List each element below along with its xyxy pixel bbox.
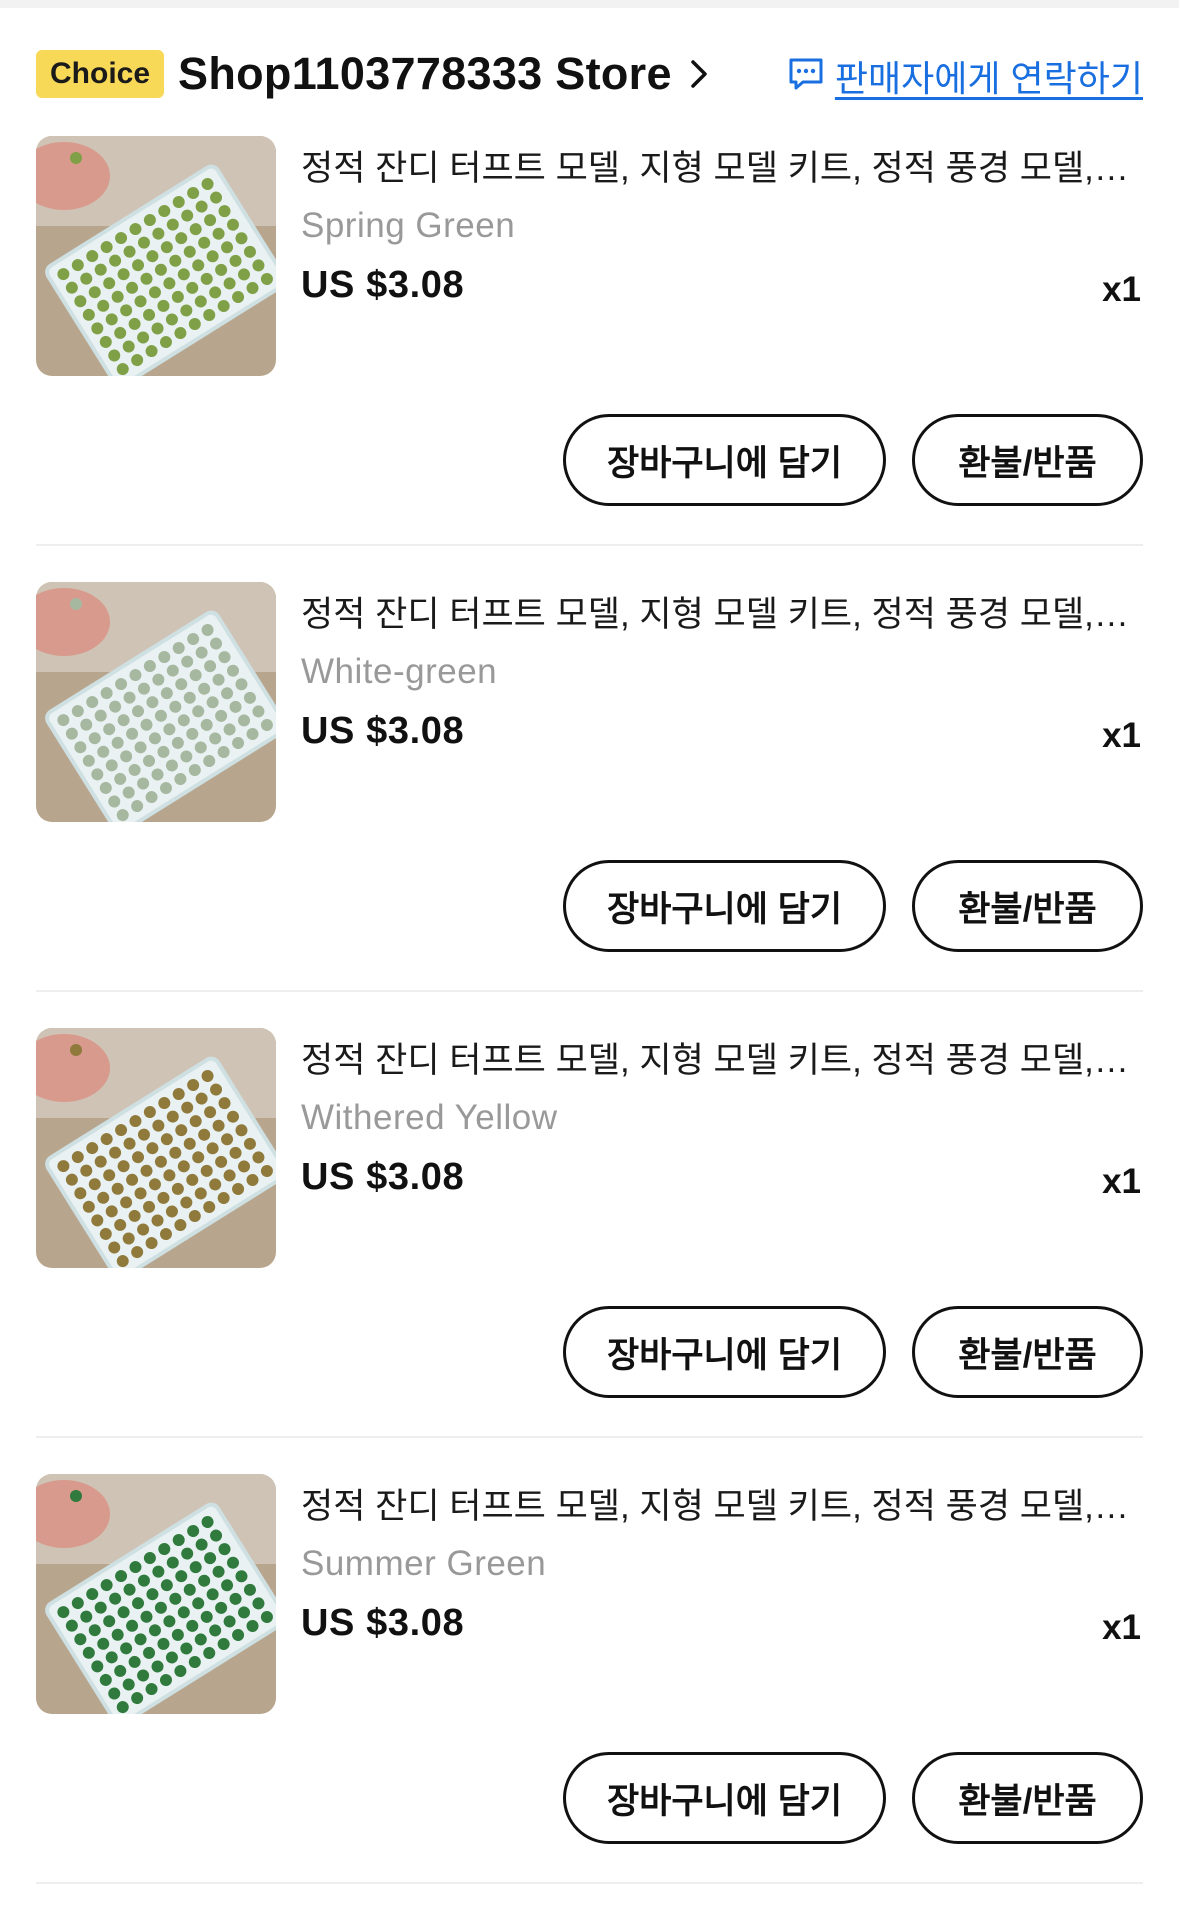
order-item: 정적 잔디 터프트 모델, 지형 모델 키트, 정적 풍경 모델,… Sprin… bbox=[36, 136, 1143, 582]
refund-return-button[interactable]: 환불/반품 bbox=[912, 1752, 1143, 1844]
product-price: US $3.08 bbox=[301, 1602, 465, 1644]
product-title[interactable]: 정적 잔디 터프트 모델, 지형 모델 키트, 정적 풍경 모델,… bbox=[301, 1478, 1143, 1529]
product-price: US $3.08 bbox=[301, 264, 465, 306]
refund-return-button[interactable]: 환불/반품 bbox=[912, 860, 1143, 952]
product-thumbnail[interactable] bbox=[36, 1028, 276, 1268]
product-title[interactable]: 정적 잔디 터프트 모델, 지형 모델 키트, 정적 풍경 모델,… bbox=[301, 1032, 1143, 1083]
product-variant: Summer Green bbox=[301, 1544, 547, 1583]
order-item: 정적 잔디 터프트 모델, 지형 모델 키트, 정적 풍경 모델,… White… bbox=[36, 582, 1143, 1028]
choice-badge: Choice bbox=[36, 50, 165, 98]
product-title[interactable]: 정적 잔디 터프트 모델, 지형 모델 키트, 정적 풍경 모델,… bbox=[301, 140, 1143, 191]
add-to-cart-button[interactable]: 장바구니에 담기 bbox=[563, 1306, 886, 1398]
product-price: US $3.08 bbox=[301, 710, 465, 752]
product-image bbox=[36, 1474, 276, 1714]
product-quantity: x1 bbox=[1102, 270, 1141, 309]
product-price: US $3.08 bbox=[301, 1156, 465, 1198]
product-thumbnail[interactable] bbox=[36, 582, 276, 822]
product-image bbox=[36, 1028, 276, 1268]
contact-seller-link[interactable]: 판매자에게 연락하기 bbox=[787, 50, 1143, 102]
product-title[interactable]: 정적 잔디 터프트 모델, 지형 모델 키트, 정적 풍경 모델,… bbox=[301, 586, 1143, 637]
product-variant: Withered Yellow bbox=[301, 1098, 558, 1137]
order-item: 정적 잔디 터프트 모델, 지형 모델 키트, 정적 풍경 모델,… Summe… bbox=[36, 1474, 1143, 1920]
product-image bbox=[36, 582, 276, 822]
add-to-cart-button[interactable]: 장바구니에 담기 bbox=[563, 1752, 886, 1844]
refund-return-button[interactable]: 환불/반품 bbox=[912, 414, 1143, 506]
product-variant: Spring Green bbox=[301, 206, 516, 245]
add-to-cart-button[interactable]: 장바구니에 담기 bbox=[563, 414, 886, 506]
store-header: Choice Shop1103778333 Store 판매자에게 연락하기 bbox=[36, 44, 1143, 104]
item-divider bbox=[36, 1436, 1143, 1438]
product-quantity: x1 bbox=[1102, 716, 1141, 755]
item-divider bbox=[36, 990, 1143, 992]
product-thumbnail[interactable] bbox=[36, 136, 276, 376]
top-divider bbox=[0, 0, 1179, 8]
chat-icon bbox=[787, 56, 825, 97]
product-quantity: x1 bbox=[1102, 1162, 1141, 1201]
chevron-right-icon[interactable] bbox=[690, 55, 712, 93]
product-variant: White-green bbox=[301, 652, 498, 691]
store-name-link[interactable]: Shop1103778333 Store bbox=[178, 48, 672, 100]
add-to-cart-button[interactable]: 장바구니에 담기 bbox=[563, 860, 886, 952]
product-image bbox=[36, 136, 276, 376]
item-divider bbox=[36, 544, 1143, 546]
order-item: 정적 잔디 터프트 모델, 지형 모델 키트, 정적 풍경 모델,… Withe… bbox=[36, 1028, 1143, 1474]
product-thumbnail[interactable] bbox=[36, 1474, 276, 1714]
contact-seller-label: 판매자에게 연락하기 bbox=[834, 58, 1143, 99]
product-quantity: x1 bbox=[1102, 1608, 1141, 1647]
refund-return-button[interactable]: 환불/반품 bbox=[912, 1306, 1143, 1398]
item-divider bbox=[36, 1882, 1143, 1884]
